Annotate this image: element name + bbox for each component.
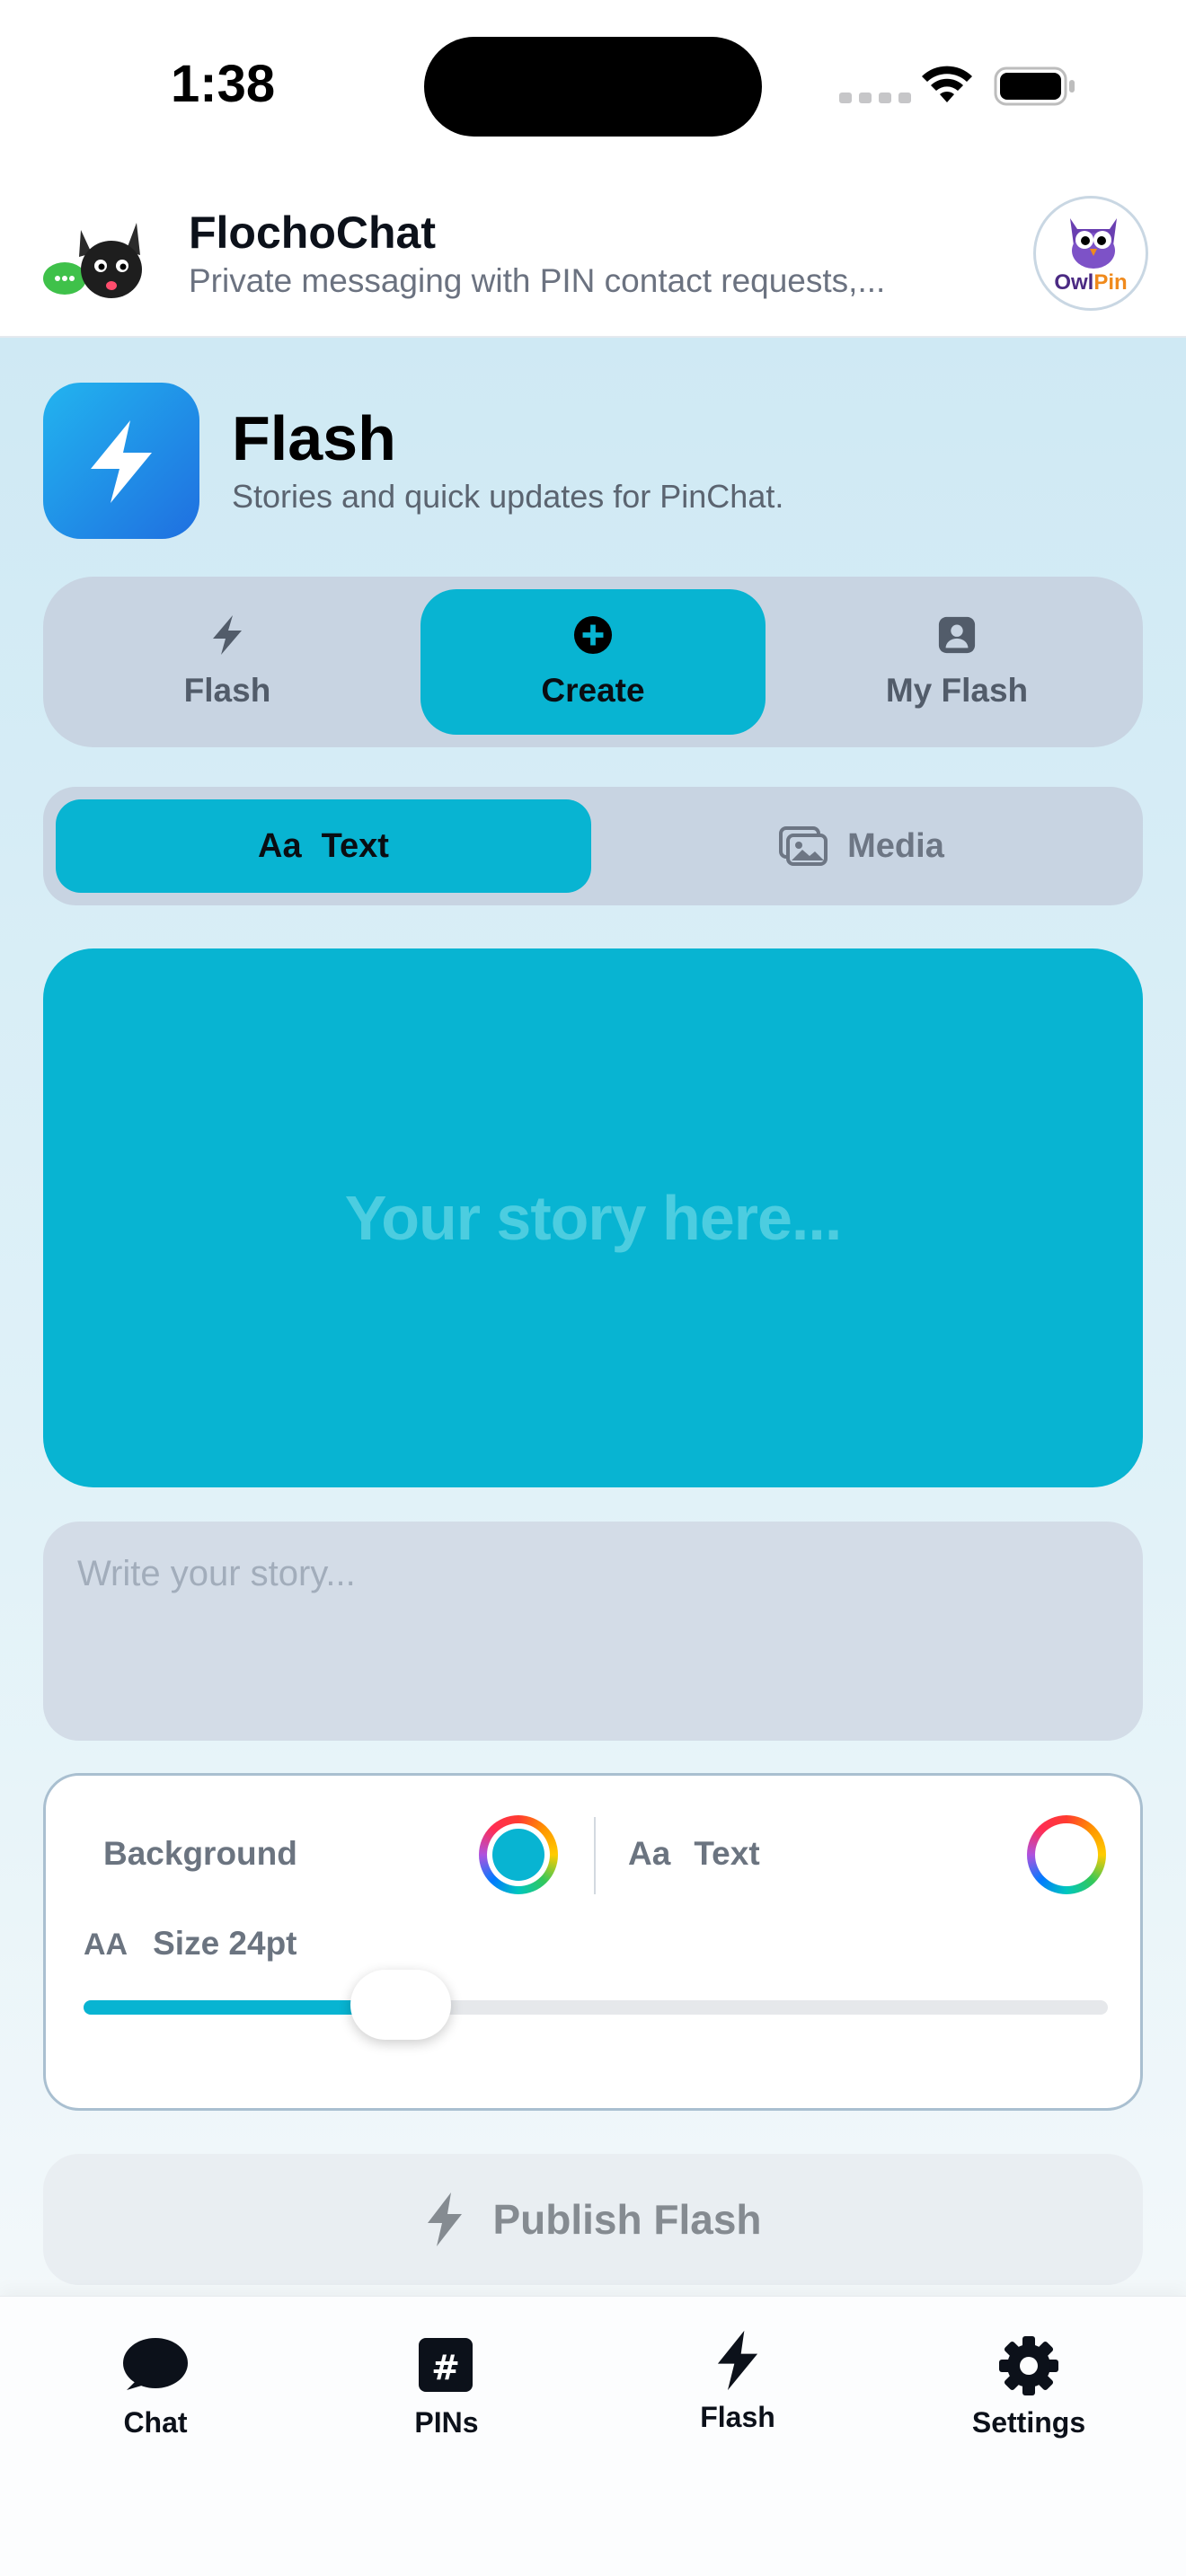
flash-segmented-control: Flash Create My Flash: [43, 577, 1143, 747]
segment-create-label: Create: [541, 672, 645, 709]
app-tagline: Private messaging with PIN contact reque…: [189, 262, 886, 299]
status-bar: 1:38: [0, 0, 1186, 171]
slider-thumb[interactable]: [350, 1970, 452, 2040]
flash-badge: [43, 383, 199, 539]
app-header: FlochoChat Private messaging with PIN co…: [0, 171, 1186, 338]
background-color-label: Background: [103, 1835, 297, 1872]
number-square-icon: #: [419, 2338, 473, 2392]
text-format-icon: Aa: [258, 826, 302, 865]
tab-bar: Chat # PINs Flash Settings: [0, 2296, 1186, 2576]
plus-circle-icon: [573, 615, 613, 655]
bolt-icon: [428, 2192, 463, 2246]
story-mode-toggle: Aa Text Media: [43, 787, 1143, 905]
tab-flash[interactable]: Flash: [639, 2329, 836, 2434]
tab-pins[interactable]: # PINs: [348, 2334, 545, 2439]
background-color-swatch: [492, 1829, 544, 1881]
mode-text-option[interactable]: Aa Text: [56, 799, 591, 893]
publish-flash-label: Publish Flash: [492, 2196, 762, 2243]
screen: 1:38 FlochoChat Private messaging with P…: [0, 0, 1186, 2576]
wifi-icon: [922, 66, 972, 102]
mode-text-label: Text: [321, 826, 389, 865]
person-square-icon: [938, 616, 976, 654]
publish-flash-button[interactable]: Publish Flash: [43, 2154, 1143, 2285]
tab-pins-label: PINs: [414, 2406, 479, 2439]
dynamic-island: [424, 37, 762, 137]
segment-flash[interactable]: Flash: [43, 577, 412, 747]
tab-chat[interactable]: Chat: [57, 2334, 254, 2439]
font-size-label: AA Size 24pt: [84, 1925, 297, 1962]
status-time: 1:38: [171, 55, 276, 113]
battery-icon: [994, 66, 1075, 106]
owlpin-wordmark: OwlPin: [1054, 270, 1128, 295]
mode-media-label: Media: [847, 826, 944, 865]
panel-divider: [594, 1817, 596, 1894]
chat-bubble-icon: [123, 2338, 188, 2390]
segment-flash-label: Flash: [183, 672, 271, 709]
page-title: Flash: [232, 403, 396, 473]
text-color-label: Aa Text: [628, 1835, 760, 1872]
bolt-icon: [91, 420, 152, 503]
flash-create-content: Flash Stories and quick updates for PinC…: [0, 338, 1186, 2296]
background-color-picker[interactable]: [479, 1815, 558, 1894]
tab-flash-label: Flash: [700, 2401, 775, 2433]
style-panel: Background Aa Text AA Size 24pt: [43, 1773, 1143, 2111]
owl-icon: [1070, 218, 1117, 269]
text-size-icon: AA: [84, 1928, 128, 1962]
cellular-signal-icon: [839, 93, 911, 103]
mode-media-option[interactable]: Media: [593, 799, 1130, 893]
story-preview-placeholder: Your story here...: [344, 1183, 843, 1253]
segment-create[interactable]: Create: [420, 589, 766, 735]
bolt-icon: [213, 615, 242, 655]
tab-settings[interactable]: Settings: [930, 2334, 1128, 2439]
segment-my-flash[interactable]: My Flash: [771, 577, 1143, 747]
svg-text:#: #: [431, 2348, 460, 2387]
text-format-icon: Aa: [628, 1835, 671, 1872]
app-logo: [43, 223, 142, 298]
gear-icon: [999, 2336, 1058, 2395]
photos-icon: [779, 826, 828, 866]
tab-chat-label: Chat: [123, 2406, 188, 2439]
font-size-slider[interactable]: [84, 1970, 1108, 2040]
owlpin-avatar[interactable]: OwlPin: [1033, 196, 1148, 311]
text-color-picker[interactable]: [1027, 1815, 1106, 1894]
segment-my-flash-label: My Flash: [885, 672, 1029, 709]
bolt-icon: [717, 2330, 758, 2391]
app-title: FlochoChat: [189, 207, 436, 258]
story-text-input[interactable]: [43, 1522, 1143, 1741]
page-subtitle: Stories and quick updates for PinChat.: [232, 478, 784, 515]
tab-settings-label: Settings: [971, 2406, 1086, 2439]
story-preview-card: Your story here...: [43, 948, 1143, 1487]
